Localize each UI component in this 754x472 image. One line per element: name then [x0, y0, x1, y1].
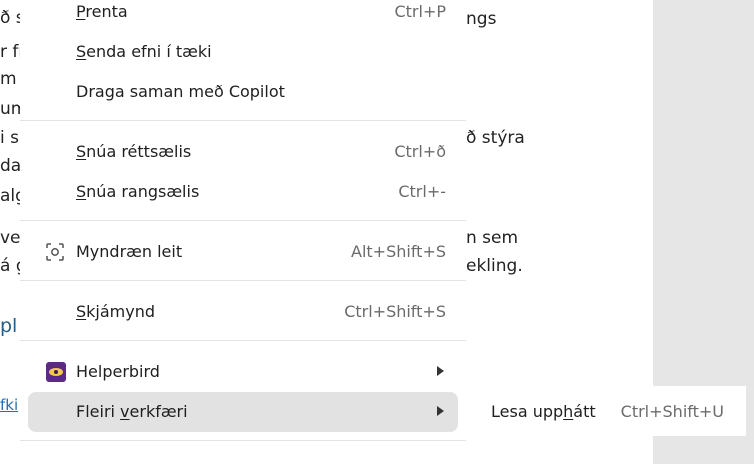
- doc-text-fragment: ekling.: [466, 256, 523, 276]
- doc-text-fragment: m: [0, 69, 17, 89]
- menu-item-rotate-clockwise[interactable]: Snúa réttsælis Ctrl+ð: [20, 132, 466, 172]
- more-tools-submenu: Lesa upphátt Ctrl+Shift+U: [466, 386, 746, 436]
- menu-item-label: Fleiri verkfæri: [76, 402, 188, 421]
- menu-item-label: Prenta: [76, 2, 128, 21]
- menu-separator: [20, 220, 466, 221]
- menu-separator: [20, 340, 466, 341]
- doc-link-fragment[interactable]: fki: [0, 396, 18, 414]
- doc-heading-fragment: pl: [0, 315, 18, 337]
- chevron-right-icon: [437, 406, 444, 416]
- menu-separator: [20, 280, 466, 281]
- doc-text-fragment: ð stýra: [466, 128, 525, 148]
- menu-item-send-to-devices[interactable]: Senda efni í tæki: [20, 32, 466, 72]
- menu-item-label: Skjámynd: [76, 302, 156, 321]
- context-menu: Prenta Ctrl+P Senda efni í tæki Draga sa…: [20, 0, 466, 472]
- menu-item-label: Senda efni í tæki: [76, 42, 212, 61]
- doc-text-fragment: ve: [0, 228, 21, 248]
- menu-item-label: Helperbird: [76, 362, 160, 381]
- submenu-item-label: Lesa upphátt: [491, 402, 596, 421]
- shortcut-label: Ctrl+Shift+S: [344, 302, 446, 321]
- menu-separator: [20, 440, 466, 441]
- menu-separator: [20, 120, 466, 121]
- menu-item-summarize-copilot[interactable]: Draga saman með Copilot: [20, 72, 466, 112]
- chevron-right-icon: [437, 366, 444, 376]
- helperbird-icon: [46, 362, 66, 382]
- menu-item-rotate-counterclockwise[interactable]: Snúa rangsælis Ctrl+-: [20, 172, 466, 212]
- visual-search-icon: [46, 243, 64, 261]
- shortcut-label: Alt+Shift+S: [351, 242, 446, 261]
- menu-item-print[interactable]: Prenta Ctrl+P: [20, 0, 466, 32]
- shortcut-label: Ctrl+P: [394, 2, 446, 21]
- doc-text-fragment: da: [0, 156, 22, 176]
- menu-item-label: Snúa réttsælis: [76, 142, 192, 161]
- menu-item-label: Snúa rangsælis: [76, 182, 200, 201]
- menu-item-label: Myndræn leit: [76, 242, 183, 261]
- menu-item-label: Draga saman með Copilot: [76, 82, 285, 101]
- menu-item-helperbird[interactable]: Helperbird: [20, 352, 466, 392]
- doc-text-fragment: ngs: [466, 9, 497, 29]
- submenu-item-read-aloud[interactable]: Lesa upphátt Ctrl+Shift+U: [466, 386, 746, 436]
- menu-item-visual-search[interactable]: Myndræn leit Alt+Shift+S: [20, 232, 466, 272]
- shortcut-label: Ctrl+ð: [394, 142, 446, 161]
- menu-item-more-tools[interactable]: Fleiri verkfæri: [20, 392, 466, 432]
- menu-item-screenshot[interactable]: Skjámynd Ctrl+Shift+S: [20, 292, 466, 332]
- shortcut-label: Ctrl+Shift+U: [620, 402, 724, 421]
- shortcut-label: Ctrl+-: [398, 182, 446, 201]
- doc-text-fragment: n sem: [466, 228, 519, 248]
